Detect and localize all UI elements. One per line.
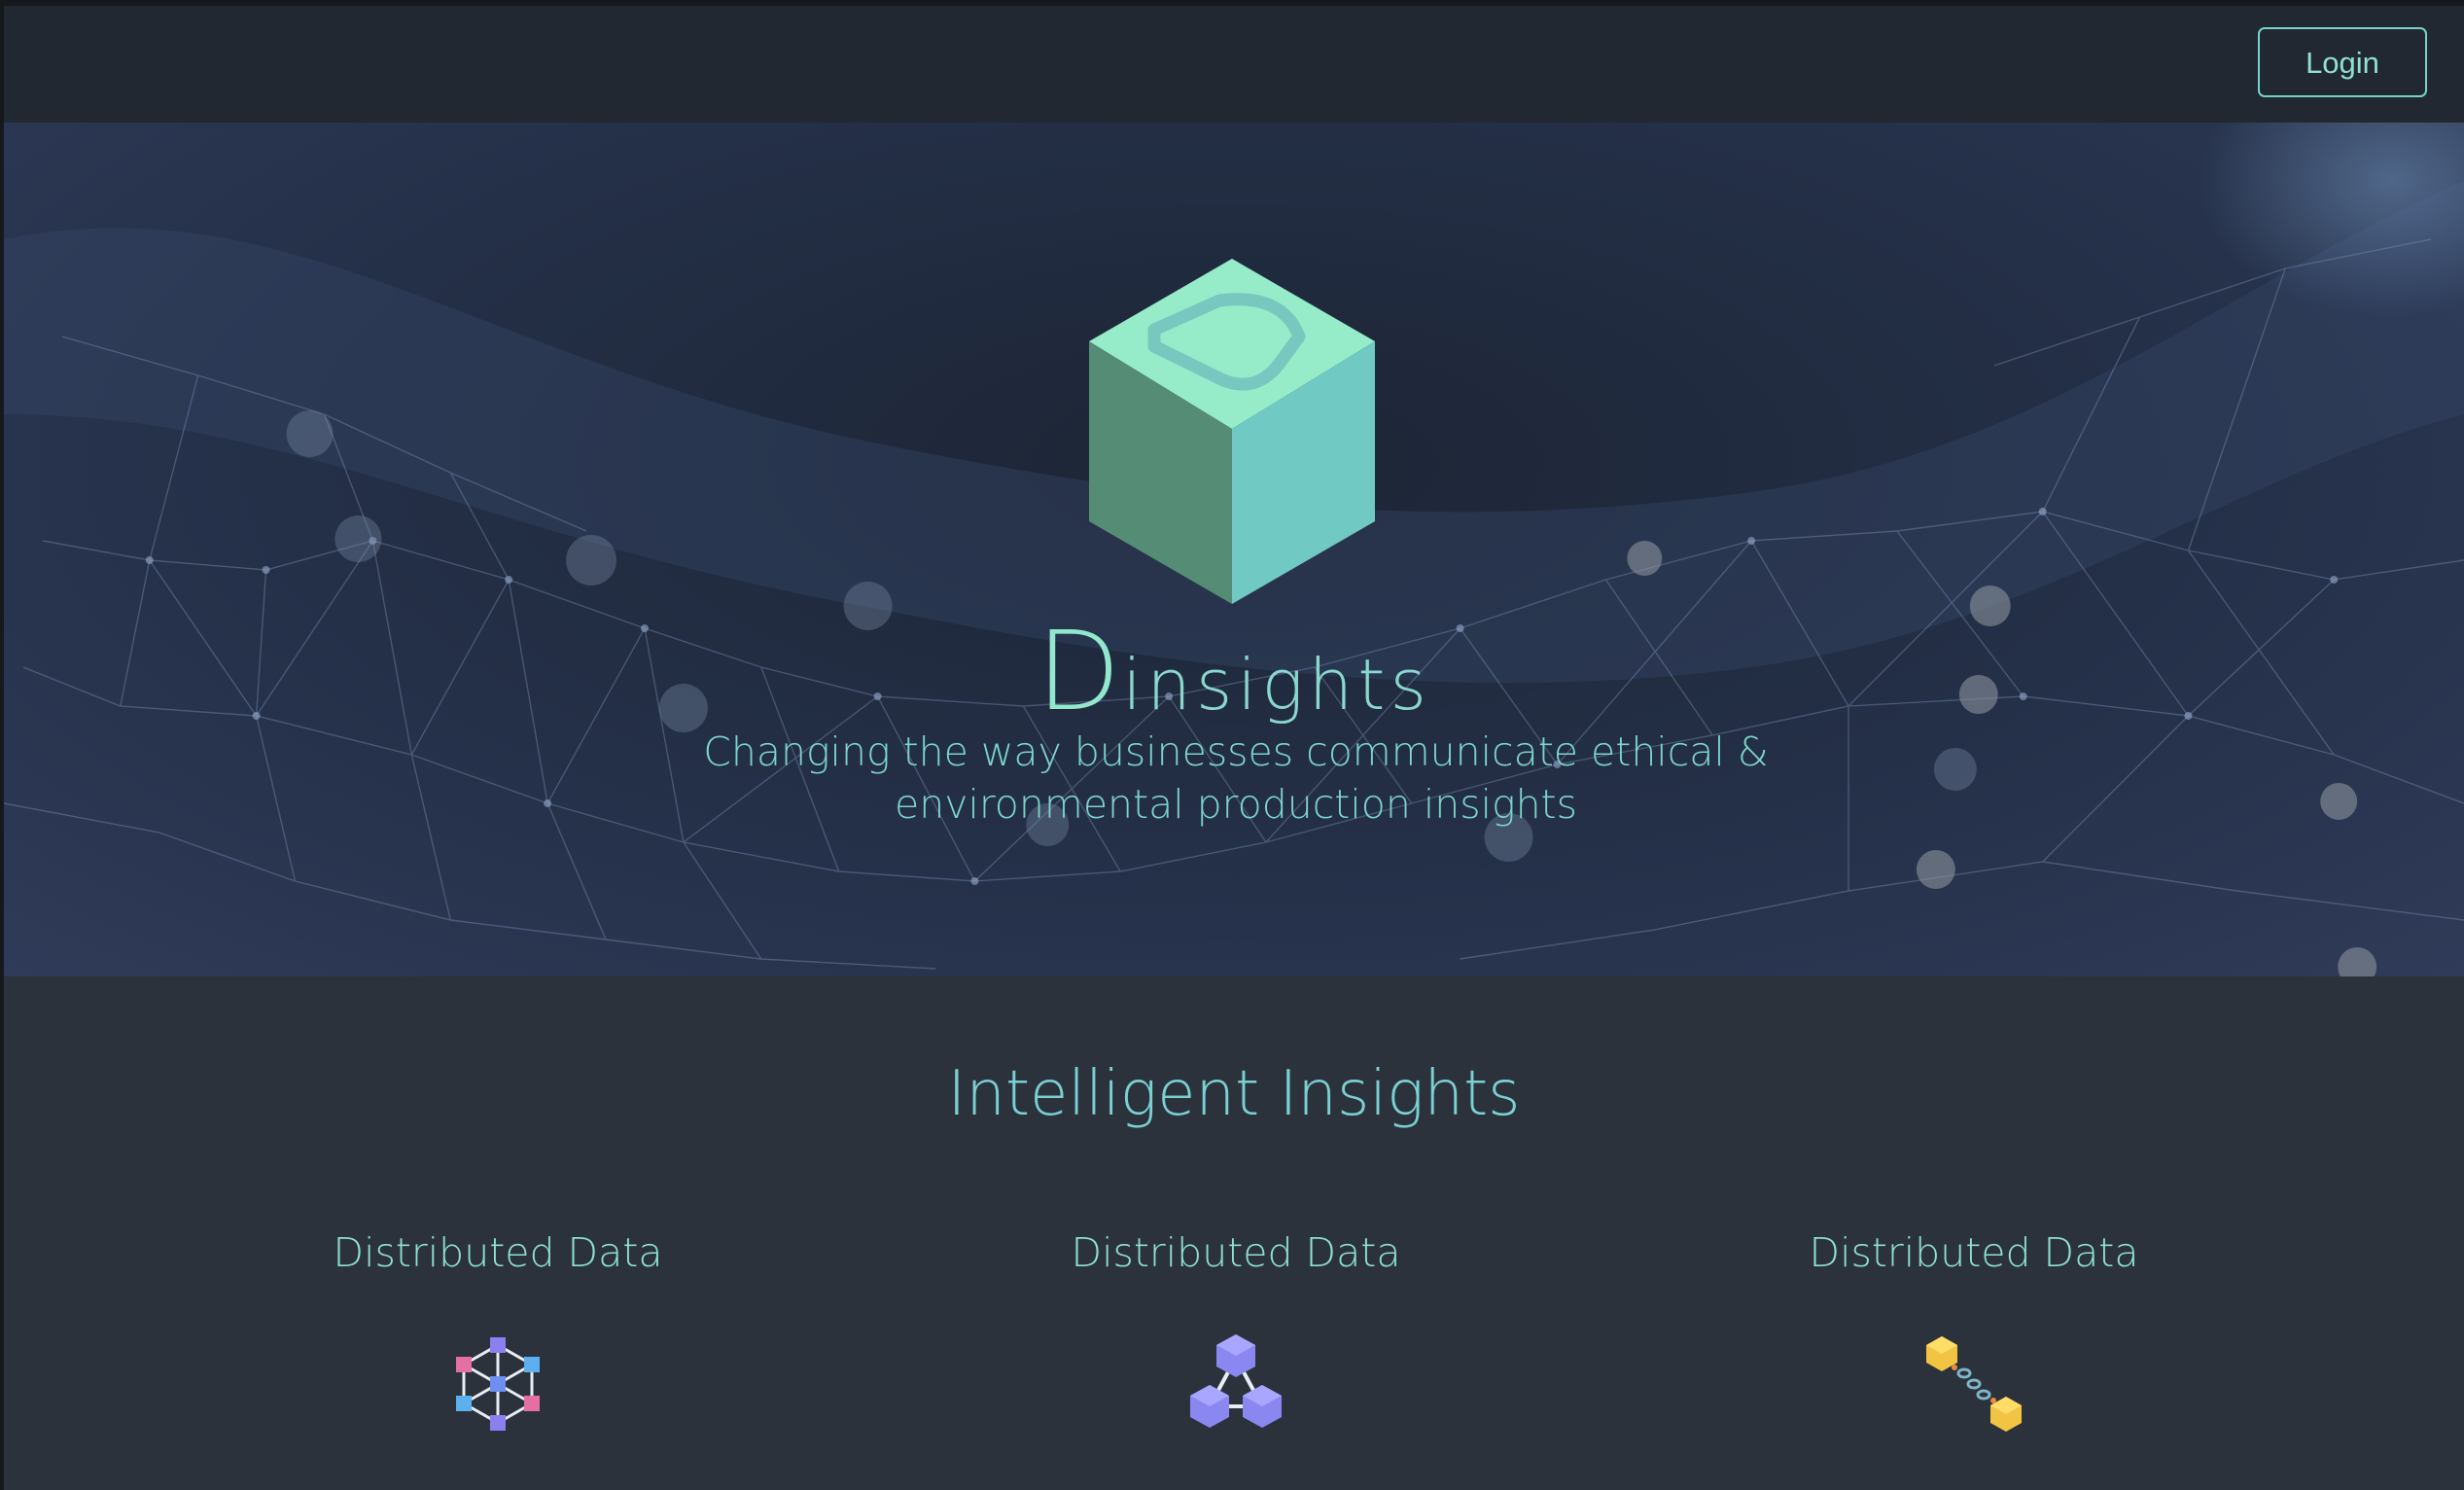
feature-card-title: Distributed Data (333, 1229, 663, 1276)
cube-chain-link-icon (1926, 1336, 2022, 1432)
brand-word: insights (1122, 644, 1431, 726)
brand-letter: D (1037, 609, 1123, 735)
dinsights-cube-logo (1089, 259, 1375, 604)
feature-card: Distributed Data (993, 1229, 1479, 1437)
hero-banner: Dinsights Changing the way businesses co… (4, 123, 2464, 976)
feature-card-title: Distributed Data (1809, 1229, 2139, 1276)
login-button[interactable]: Login (2258, 27, 2427, 97)
cube-triangle-network-icon (1190, 1334, 1282, 1428)
feature-card: Distributed Data (1731, 1229, 2217, 1437)
hero-tagline: Changing the way businesses communicate … (703, 728, 1769, 828)
top-navbar: Login (4, 6, 2464, 123)
feature-card: Distributed Data (255, 1229, 741, 1437)
brand-wordmark: Dinsights (4, 609, 2464, 735)
app-window: Login Dinsights Changing the way busines… (0, 0, 2464, 1490)
section-title: Intelligent Insights (947, 1058, 1521, 1130)
feature-card-title: Distributed Data (1071, 1229, 1401, 1276)
molecule-network-icon (456, 1337, 540, 1431)
features-section: Intelligent Insights Distributed Data Di… (4, 976, 2464, 1490)
